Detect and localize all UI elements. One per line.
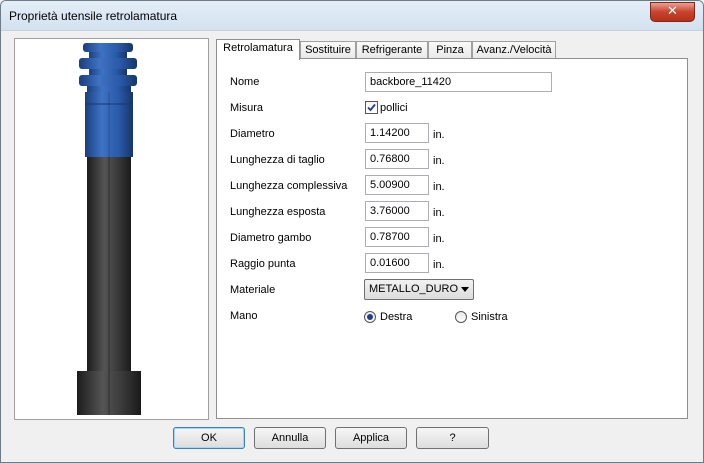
tab-retrolamatura[interactable]: Retrolamatura — [216, 39, 300, 60]
inches-checkbox[interactable] — [365, 101, 378, 114]
close-icon: ✕ — [667, 4, 678, 19]
chevron-down-icon — [461, 287, 469, 292]
diameter-unit: in. — [433, 129, 445, 141]
tab-sostituire[interactable]: Sostituire — [300, 41, 356, 59]
overall-length-unit: in. — [433, 181, 445, 193]
help-button[interactable]: ? — [416, 427, 489, 449]
dialog-window: Proprietà utensile retrolamatura ✕ Retro… — [0, 0, 704, 463]
tab-avanz-velocita[interactable]: Avanz./Velocità — [472, 41, 556, 59]
radio-selected-dot — [367, 314, 373, 320]
diameter-field[interactable]: 1.14200 — [365, 123, 429, 143]
tab-panel-retrolamatura: Nome backbore_11420 Misura pollici Diame… — [216, 58, 688, 419]
cut-length-label: Lunghezza di taglio — [230, 154, 325, 166]
name-field[interactable]: backbore_11420 — [365, 72, 552, 92]
diameter-label: Diametro — [230, 128, 275, 140]
close-button[interactable]: ✕ — [650, 2, 695, 22]
name-label: Nome — [230, 76, 260, 88]
cut-length-field[interactable]: 0.76800 — [365, 149, 429, 169]
measure-label: Misura — [230, 102, 264, 114]
ok-button[interactable]: OK — [173, 427, 245, 449]
hand-left-label: Sinistra — [471, 311, 508, 323]
overall-length-label: Lunghezza complessiva — [230, 180, 348, 192]
shank-diameter-label: Diametro gambo — [230, 232, 312, 244]
hand-label: Mano — [230, 310, 258, 322]
exposed-length-label: Lunghezza esposta — [230, 206, 326, 218]
cancel-button[interactable]: Annulla — [254, 427, 326, 449]
material-select[interactable]: METALLO_DURO — [364, 279, 474, 300]
checkmark-icon — [367, 103, 376, 112]
tool-preview — [14, 38, 209, 420]
hand-right-radio[interactable] — [364, 311, 376, 323]
exposed-length-field[interactable]: 3.76000 — [365, 201, 429, 221]
apply-button[interactable]: Applica — [335, 427, 407, 449]
inches-checkbox-label: pollici — [380, 102, 408, 114]
exposed-length-unit: in. — [433, 207, 445, 219]
tip-radius-label: Raggio punta — [230, 258, 296, 270]
tip-radius-field[interactable]: 0.01600 — [365, 253, 429, 273]
title-bar: Proprietà utensile retrolamatura ✕ — [1, 1, 703, 31]
material-label: Materiale — [230, 284, 276, 296]
hand-left-radio[interactable] — [455, 311, 467, 323]
material-select-value: METALLO_DURO — [369, 283, 459, 295]
cut-length-unit: in. — [433, 155, 445, 167]
window-title: Proprietà utensile retrolamatura — [9, 9, 178, 23]
dialog-client: Retrolamatura Sostituire Refrigerante Pi… — [1, 32, 703, 462]
overall-length-field[interactable]: 5.00900 — [365, 175, 429, 195]
backbore-tool-image — [77, 43, 141, 415]
tab-pinza[interactable]: Pinza — [428, 41, 472, 59]
tip-radius-unit: in. — [433, 259, 445, 271]
shank-diameter-field[interactable]: 0.78700 — [365, 227, 429, 247]
shank-diameter-unit: in. — [433, 233, 445, 245]
tab-refrigerante[interactable]: Refrigerante — [356, 41, 428, 59]
hand-right-label: Destra — [380, 311, 413, 323]
